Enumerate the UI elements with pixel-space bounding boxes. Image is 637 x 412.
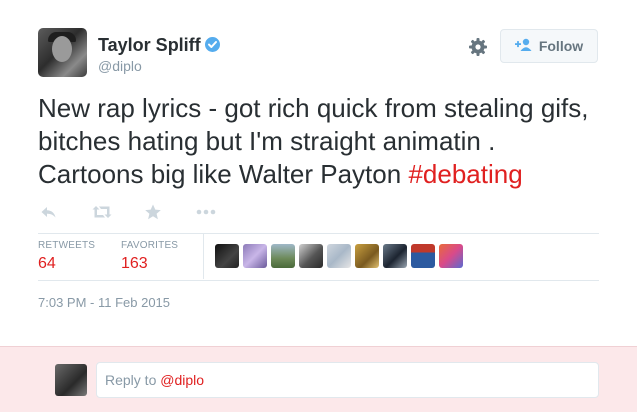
reply-input[interactable]: Reply to @diplo [96,362,599,398]
stats-top-divider [38,233,599,234]
favoriter-avatar[interactable] [215,244,239,268]
favoriter-avatar[interactable] [355,244,379,268]
retweet-icon[interactable] [92,204,112,220]
follow-button-label: Follow [538,38,584,54]
favoriters-avatar-list [215,244,463,268]
stats-bottom-divider [38,280,599,281]
tweet-text: New rap lyrics - got rich quick from ste… [38,92,604,191]
tweet-timestamp[interactable]: 7:03 PM - 11 Feb 2015 [38,295,170,310]
retweets-count[interactable]: 64 [38,255,56,273]
follow-button[interactable]: Follow [500,29,598,63]
user-avatar[interactable] [38,28,87,77]
favoriter-avatar[interactable] [299,244,323,268]
reply-icon[interactable] [40,204,58,220]
favorites-count[interactable]: 163 [121,255,148,273]
reply-mention: @diplo [160,372,205,388]
favoriter-avatar[interactable] [327,244,351,268]
retweets-label: RETWEETS [38,240,96,251]
favorites-label: FAVORITES [121,240,179,251]
reply-area: Reply to @diplo [0,346,637,412]
favoriter-avatar[interactable] [439,244,463,268]
star-icon[interactable] [144,204,162,220]
favoriter-avatar[interactable] [411,244,435,268]
stats-vertical-divider [203,234,204,279]
more-icon[interactable] [195,204,217,220]
reply-placeholder: Reply to [105,372,161,388]
current-user-avatar [55,364,87,396]
favoriter-avatar[interactable] [271,244,295,268]
add-user-icon [514,38,533,54]
display-name[interactable]: Taylor Spliff [98,35,201,56]
verified-badge-icon [205,37,220,52]
gear-icon[interactable] [467,36,489,58]
favoriter-avatar[interactable] [383,244,407,268]
hashtag-link[interactable]: #debating [408,159,522,189]
user-handle[interactable]: @diplo [98,58,142,74]
favoriter-avatar[interactable] [243,244,267,268]
avatar-face-shape [52,36,72,62]
